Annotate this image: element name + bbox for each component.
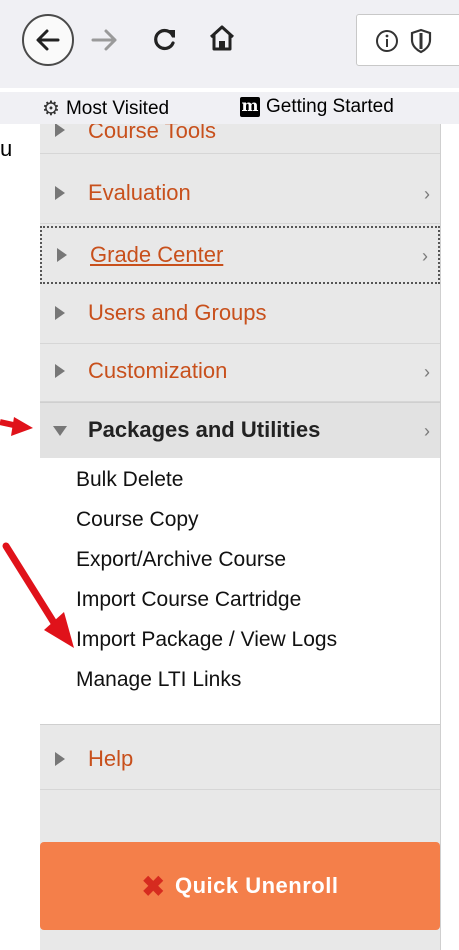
menu-item-help[interactable]: Help (40, 732, 440, 790)
quick-unenroll-label: Quick Unenroll (174, 873, 339, 898)
reload-icon[interactable] (150, 24, 180, 54)
bookmark-most-visited[interactable]: ⚙ Most Visited (42, 96, 169, 121)
submenu-item-import-package[interactable]: Import Package / View Logs (76, 628, 337, 652)
forward-icon[interactable] (90, 26, 120, 54)
x-icon: ✖ (141, 870, 165, 902)
triangle-right-icon (55, 752, 65, 766)
arrow-left-icon (36, 29, 60, 51)
triangle-down-icon (53, 426, 67, 436)
home-icon[interactable] (207, 23, 237, 53)
submenu-item-import-cartridge[interactable]: Import Course Cartridge (76, 588, 301, 612)
page-left-fragment: u (0, 136, 13, 161)
menu-item-users-and-groups[interactable]: Users and Groups (40, 286, 440, 344)
chevron-right-icon: › (424, 184, 430, 204)
menu-item-customization[interactable]: Customization › (40, 344, 440, 402)
triangle-right-icon (55, 186, 65, 200)
menu-item-label: Evaluation (88, 180, 191, 205)
triangle-right-icon (55, 364, 65, 378)
chevron-right-icon: › (424, 421, 430, 441)
menu-item-label: Grade Center (90, 242, 224, 267)
bookmark-label: Getting Started (266, 96, 394, 117)
menu-item-label: Users and Groups (88, 300, 267, 325)
menu-item-grade-center[interactable]: Grade Center › (40, 226, 440, 284)
chevron-right-icon: › (424, 362, 430, 382)
bookmark-label: Most Visited (65, 97, 170, 119)
menu-item-packages-and-utilities[interactable]: Packages and Utilities › (40, 402, 440, 460)
info-icon[interactable] (375, 29, 399, 53)
chevron-right-icon: › (422, 246, 428, 266)
gear-icon: ⚙ (42, 98, 60, 120)
menu-item-course-tools[interactable]: Course Tools (40, 124, 440, 154)
submenu-item-bulk-delete[interactable]: Bulk Delete (76, 468, 183, 492)
triangle-right-icon (55, 124, 65, 137)
menu-item-label: Course Tools (88, 124, 216, 143)
submenu-item-manage-lti-links[interactable]: Manage LTI Links (76, 668, 241, 692)
quick-unenroll-button[interactable]: ✖ Quick Unenroll (40, 842, 440, 930)
bookmark-getting-started[interactable]: m Getting Started (240, 96, 394, 118)
submenu-item-export-archive[interactable]: Export/Archive Course (76, 548, 286, 572)
packages-submenu: Bulk Delete Course Copy Export/Archive C… (40, 458, 440, 725)
browser-toolbar (0, 0, 459, 88)
submenu-item-course-copy[interactable]: Course Copy (76, 508, 199, 532)
shield-icon[interactable] (409, 28, 433, 54)
menu-item-label: Packages and Utilities (88, 417, 321, 442)
triangle-right-icon (55, 306, 65, 320)
url-bar[interactable] (356, 14, 459, 66)
bookmarks-bar: ⚙ Most Visited m Getting Started (0, 92, 459, 124)
annotation-arrow-import-package (2, 542, 74, 648)
annotation-arrow-packages (0, 417, 33, 436)
menu-item-evaluation[interactable]: Evaluation › (40, 166, 440, 224)
triangle-right-icon (57, 248, 67, 262)
back-button[interactable] (22, 14, 74, 66)
m-logo-icon: m (240, 96, 260, 117)
menu-item-label: Help (88, 746, 134, 771)
menu-item-label: Customization (88, 358, 228, 383)
